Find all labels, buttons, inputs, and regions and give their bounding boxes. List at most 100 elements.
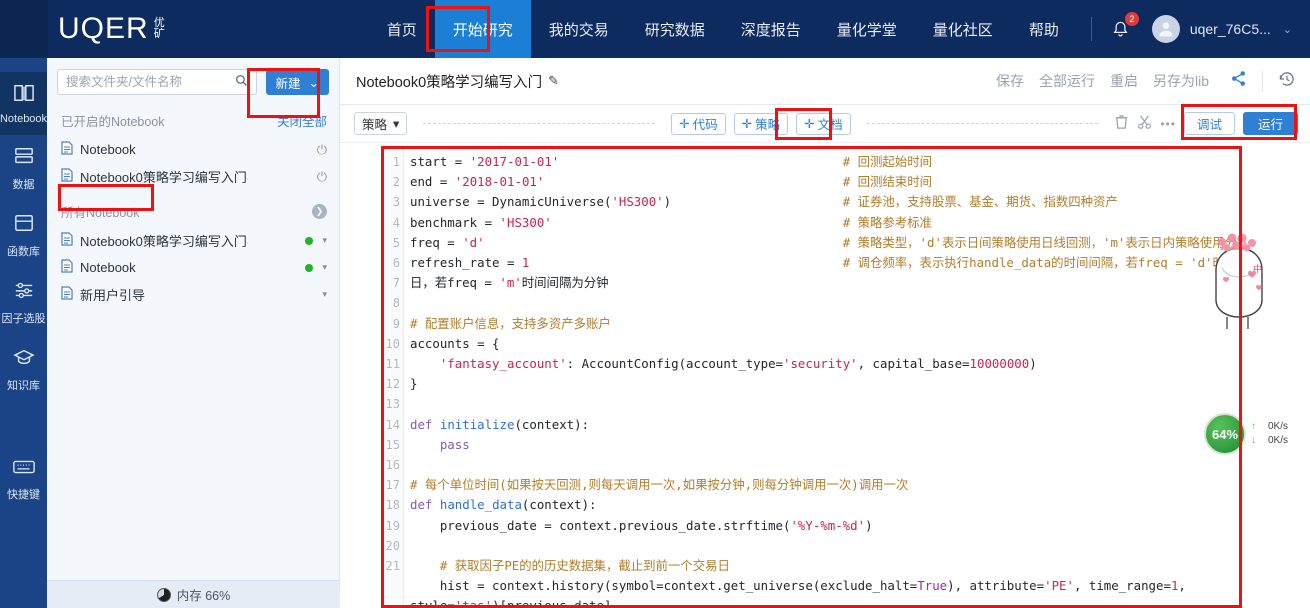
rail-label-function-library: 函数库	[7, 246, 40, 258]
new-button[interactable]: 新建 ⌄	[265, 69, 329, 95]
add-code-cell-button[interactable]: ✛ 代码	[671, 112, 726, 135]
notebook-title-bar: Notebook0策略学习编写入门 ✎ 保存 全部运行 重启 另存为lib	[340, 58, 1310, 105]
notification-bell-button[interactable]: 2	[1106, 12, 1139, 44]
list-item[interactable]: Notebook0策略学习编写入门 ⏻	[47, 163, 339, 190]
brand-logo[interactable]: UQER 优 矿	[58, 0, 165, 58]
rail-item-shortcuts[interactable]: 快捷键	[0, 447, 47, 512]
share-icon[interactable]	[1230, 70, 1247, 92]
chevron-down-icon[interactable]: ▾	[322, 235, 327, 246]
cut-icon[interactable]	[1137, 114, 1152, 134]
left-icon-rail: Notebook 数据 函数库 因子选股 知识库 快捷键	[0, 58, 47, 608]
nav-item-research-data[interactable]: 研究数据	[627, 0, 723, 58]
rail-item-factor-selection[interactable]: 因子选股	[0, 269, 47, 336]
search-icon[interactable]	[235, 74, 248, 90]
run-all-button[interactable]: 全部运行	[1039, 71, 1095, 91]
nav-item-deep-report[interactable]: 深度报告	[723, 0, 819, 58]
memory-status-label: 内存 66%	[176, 589, 231, 603]
add-code-label: 代码	[692, 118, 718, 132]
rail-label-knowledge-base: 知识库	[7, 380, 40, 392]
chevron-down-icon[interactable]: ▾	[322, 289, 327, 300]
add-doc-cell-button[interactable]: ✛ 文档	[796, 112, 851, 135]
nav-item-quant-community[interactable]: 量化社区	[915, 0, 1011, 58]
nav-item-my-trades[interactable]: 我的交易	[531, 0, 627, 58]
rail-item-notebook[interactable]: Notebook	[0, 72, 47, 135]
rail-label-shortcuts: 快捷键	[7, 489, 40, 501]
code-cell[interactable]: 1 2 3 4 5 6 7 8 9 10 11 12 13 14 15 16 17 18 19 20 21 start …	[381, 148, 1242, 608]
line-number-gutter: 1 2 3 4 5 6 7 8 9 10 11 12 13 14 15 16 17 18 19 20 21	[382, 149, 404, 607]
search-box[interactable]	[57, 69, 257, 95]
chevron-down-icon: ▾	[393, 117, 400, 131]
nav-item-help[interactable]: 帮助	[1011, 0, 1077, 58]
list-item[interactable]: Notebook0策略学习编写入门 ▾	[47, 227, 339, 254]
all-notebooks-label: 所有Notebook	[61, 206, 140, 220]
username-label[interactable]: uqer_76C5...	[1190, 21, 1271, 37]
debug-button[interactable]: 调试	[1183, 112, 1235, 135]
document-icon	[61, 168, 73, 185]
new-button-label: 新建	[275, 76, 301, 91]
close-all-button[interactable]: 关闭全部	[277, 111, 327, 130]
code-line: accounts = {	[410, 335, 500, 351]
code-line: 'fantasy_account': AccountConfig(account…	[439, 356, 1037, 372]
nav-item-home[interactable]: 首页	[369, 0, 435, 58]
code-editor[interactable]: start = '2017-01-01' # 回测起始时间 end = '2018…	[404, 149, 1241, 607]
edit-icon[interactable]: ✎	[548, 73, 559, 89]
archive-icon	[13, 213, 35, 239]
code-line: end = '2018-01-01' # 回测结束时间	[410, 174, 932, 190]
save-button[interactable]: 保存	[996, 71, 1024, 91]
code-line: # 配置账户信息，支持多资产多账户	[410, 315, 611, 331]
run-button[interactable]: 运行	[1242, 112, 1298, 135]
page-title: Notebook0策略学习编写入门	[356, 74, 543, 91]
nav-item-quant-school[interactable]: 量化学堂	[819, 0, 915, 58]
user-icon	[1159, 22, 1173, 37]
power-icon[interactable]: ⏻	[317, 169, 327, 185]
save-as-lib-button[interactable]: 另存为lib	[1153, 71, 1209, 91]
more-options-icon[interactable]: •••	[1160, 117, 1176, 131]
line-number: 17	[385, 478, 400, 493]
chevron-right-icon[interactable]: ❯	[312, 204, 327, 219]
arrow-up-icon: ↑	[1251, 421, 1256, 432]
list-item[interactable]: 新用户引导 ▾	[47, 281, 339, 308]
rail-item-data[interactable]: 数据	[0, 135, 47, 202]
line-number: 15	[385, 437, 400, 452]
memory-status-bar: 内存 66%	[47, 580, 340, 608]
line-number: 14	[385, 417, 400, 432]
avatar[interactable]	[1151, 15, 1180, 43]
cell-type-select[interactable]: 策略 ▾	[354, 112, 408, 135]
cell-type-value: 策略	[362, 118, 388, 132]
status-dot	[305, 263, 314, 272]
code-line: style='tas')[previous_date]	[410, 598, 612, 607]
history-icon[interactable]	[1278, 70, 1296, 93]
search-input[interactable]	[66, 75, 235, 89]
trash-icon[interactable]	[1114, 114, 1129, 134]
rail-item-knowledge-base[interactable]: 知识库	[0, 336, 47, 403]
code-line: # 每个单位时间(如果按天回测,则每天调用一次,如果按分钟,则每分钟调用一次)调…	[410, 477, 909, 493]
code-line: benchmark = 'HS300' # 策略参考标准	[410, 214, 932, 230]
line-number: 3	[392, 195, 400, 210]
rail-label-notebook: Notebook	[0, 113, 48, 125]
plus-icon: ✛	[741, 117, 753, 131]
list-item[interactable]: Notebook ▾	[47, 254, 339, 281]
add-strategy-cell-button[interactable]: ✛ 策略	[733, 112, 789, 135]
line-number: 6	[392, 256, 400, 271]
power-icon[interactable]: ⏻	[317, 142, 327, 158]
file-search-row: 新建 ⌄	[47, 58, 339, 105]
code-line: refresh_rate = 1 # 调仓频率，表示执行handle_data的…	[410, 255, 1241, 271]
list-item[interactable]: Notebook ⏻	[47, 136, 339, 163]
network-speed-widget[interactable]: 64% ↑ 0K/s ↓ 0K/s	[1204, 409, 1310, 459]
restart-button[interactable]: 重启	[1110, 71, 1138, 91]
line-number: 19	[385, 518, 400, 533]
chevron-down-icon[interactable]: ▾	[322, 262, 327, 273]
line-number: 9	[392, 316, 400, 331]
code-line: def handle_data(context):	[410, 497, 597, 513]
keyboard-icon	[12, 458, 36, 482]
chevron-down-icon[interactable]: ⌄	[1283, 23, 1292, 36]
document-icon	[61, 259, 73, 276]
add-strategy-label: 策略	[755, 118, 781, 132]
brand-text: UQER	[58, 12, 149, 45]
rail-item-function-library[interactable]: 函数库	[0, 202, 47, 269]
code-line: pass	[439, 436, 470, 452]
nav-item-start-research[interactable]: 开始研究	[434, 0, 531, 58]
